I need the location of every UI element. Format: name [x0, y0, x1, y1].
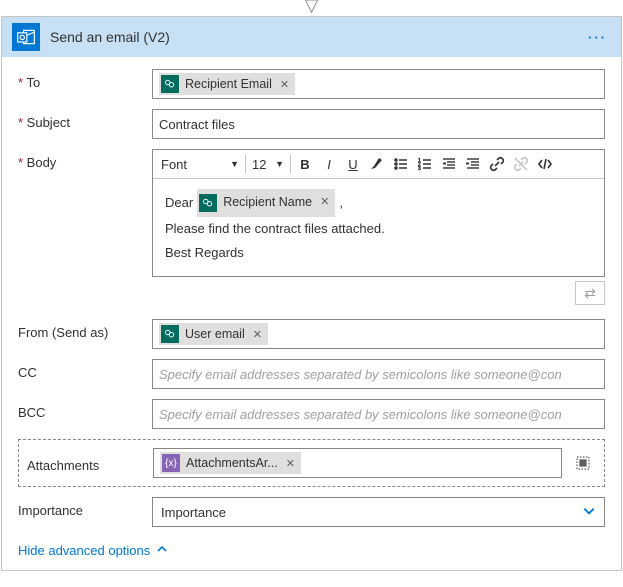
token-recipient-name[interactable]: Recipient Name ✕ — [197, 189, 335, 217]
card-header[interactable]: Send an email (V2) ··· — [2, 17, 621, 57]
label-importance: Importance — [18, 497, 152, 518]
token-remove-icon[interactable]: ✕ — [320, 192, 329, 213]
font-selector[interactable]: Font▼ — [157, 155, 243, 174]
cc-input[interactable]: Specify email addresses separated by sem… — [152, 359, 605, 389]
card-title: Send an email (V2) — [50, 29, 574, 45]
chevron-down-icon — [582, 504, 596, 521]
token-label: Recipient Name — [223, 191, 312, 215]
token-attachments-array[interactable]: {x} AttachmentsAr... ✕ — [160, 452, 301, 474]
label-attachments: Attachments — [27, 454, 153, 473]
attachments-row: Attachments {x} AttachmentsAr... ✕ — [18, 439, 605, 487]
card-menu-button[interactable]: ··· — [584, 30, 611, 45]
subject-input[interactable]: Contract files — [152, 109, 605, 139]
label-cc: CC — [18, 359, 152, 380]
token-label: Recipient Email — [185, 77, 272, 91]
from-input[interactable]: User email ✕ — [152, 319, 605, 349]
chevron-up-icon — [156, 543, 168, 558]
code-view-button[interactable] — [533, 152, 557, 176]
subject-value: Contract files — [159, 117, 235, 132]
importance-select[interactable]: Importance — [152, 497, 605, 527]
label-to: To — [18, 69, 152, 90]
bcc-input[interactable]: Specify email addresses separated by sem… — [152, 399, 605, 429]
underline-button[interactable]: U — [341, 152, 365, 176]
label-body: Body — [18, 149, 152, 170]
link-button[interactable] — [485, 152, 509, 176]
to-input[interactable]: Recipient Email ✕ — [152, 69, 605, 99]
token-recipient-email[interactable]: Recipient Email ✕ — [159, 73, 295, 95]
highlight-button[interactable] — [365, 152, 389, 176]
bold-button[interactable]: B — [293, 152, 317, 176]
action-card-send-email: Send an email (V2) ··· To Recipient Emai… — [1, 16, 622, 571]
token-remove-icon[interactable]: ✕ — [286, 457, 295, 470]
flow-arrow-down: ▽ — [0, 0, 623, 16]
outdent-button[interactable] — [437, 152, 461, 176]
font-size-selector[interactable]: 12▼ — [248, 155, 288, 174]
rte-toolbar: Font▼ 12▼ B I U — [153, 150, 604, 179]
label-bcc: BCC — [18, 399, 152, 420]
switch-mode-button[interactable]: ⇄ — [575, 281, 605, 305]
token-remove-icon[interactable]: ✕ — [253, 328, 262, 341]
caret-down-icon: ▼ — [275, 159, 284, 169]
label-from: From (Send as) — [18, 319, 152, 340]
outlook-icon — [12, 23, 40, 51]
number-list-button[interactable]: 123 — [413, 152, 437, 176]
rte-content[interactable]: Dear Recipient Name ✕ , Please find the … — [153, 179, 604, 276]
unlink-button[interactable] — [509, 152, 533, 176]
token-remove-icon[interactable]: ✕ — [280, 78, 289, 91]
attachments-input[interactable]: {x} AttachmentsAr... ✕ — [153, 448, 562, 478]
variable-icon: {x} — [162, 454, 180, 472]
token-label: User email — [185, 327, 245, 341]
token-label: AttachmentsAr... — [186, 456, 278, 470]
bullet-list-button[interactable] — [389, 152, 413, 176]
body-editor: Font▼ 12▼ B I U — [152, 149, 605, 277]
indent-button[interactable] — [461, 152, 485, 176]
sharepoint-icon — [161, 75, 179, 93]
hide-advanced-options-link[interactable]: Hide advanced options — [18, 543, 168, 558]
switch-to-detail-button[interactable] — [570, 450, 596, 476]
caret-down-icon: ▼ — [230, 159, 239, 169]
token-user-email[interactable]: User email ✕ — [159, 323, 268, 345]
italic-button[interactable]: I — [317, 152, 341, 176]
sharepoint-icon — [161, 325, 179, 343]
label-subject: Subject — [18, 109, 152, 130]
sharepoint-icon — [199, 194, 217, 212]
svg-text:3: 3 — [418, 166, 421, 172]
